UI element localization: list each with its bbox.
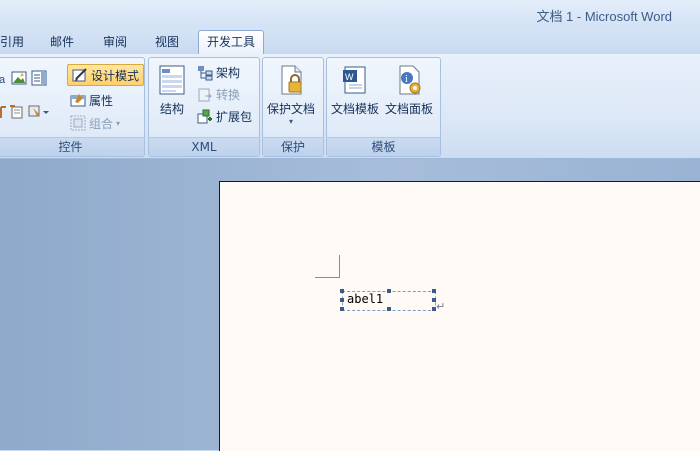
properties-icon [70, 92, 86, 108]
legacy-tools-icon[interactable] [27, 104, 51, 120]
expansion-pack-button[interactable]: 扩展包 [197, 108, 252, 125]
templates-group: W 文档模板 i 文档面板 模板 [326, 57, 441, 157]
resize-handle[interactable] [340, 307, 344, 311]
content-control[interactable]: abel1 [340, 289, 436, 311]
picture-control-icon[interactable] [11, 70, 27, 86]
text-boundary-mark [315, 255, 340, 278]
ribbon-tabs: 引用 邮件 审阅 视图 开发工具 [0, 28, 700, 55]
document-page[interactable] [219, 181, 700, 451]
controls-group-label: 控件 [0, 137, 144, 156]
resize-handle[interactable] [387, 307, 391, 311]
xml-group: 结构 架构 转换 扩展包 XML [148, 57, 260, 157]
document-template-icon: W [340, 64, 370, 96]
title-bar: 文档 1 - Microsoft Word [0, 0, 700, 28]
aa-control-icon[interactable]: a [0, 70, 9, 86]
tab-view[interactable]: 视图 [155, 31, 179, 53]
group-button[interactable]: 组合 ▾ [70, 114, 120, 132]
document-panel-icon: i [394, 64, 424, 96]
controls-group: a 设计模式 属性 组合 ▾ 控件 [0, 57, 145, 157]
ribbon: a 设计模式 属性 组合 ▾ 控件 结构 架构 转换 扩展包 XML 保护文档 … [0, 54, 700, 159]
structure-icon [157, 64, 187, 96]
svg-text:W: W [345, 72, 354, 82]
properties-button[interactable]: 属性 [70, 91, 113, 109]
design-mode-icon [72, 67, 88, 83]
building-block-icon[interactable] [9, 104, 25, 120]
paragraph-mark: ↵ [436, 300, 446, 313]
svg-text:a: a [0, 74, 6, 86]
chevron-down-icon: ▾ [116, 118, 121, 128]
expansion-pack-icon [197, 109, 213, 125]
combo-box-control-icon[interactable] [31, 70, 47, 86]
lock-document-icon [276, 64, 306, 96]
resize-handle[interactable] [432, 289, 436, 293]
content-control-text[interactable]: abel1 [347, 292, 383, 306]
transform-button[interactable]: 转换 [197, 86, 240, 103]
chevron-down-icon: ▾ [289, 117, 294, 126]
schema-button[interactable]: 架构 [197, 64, 240, 81]
xml-group-label: XML [149, 137, 259, 156]
document-panel-button[interactable]: i 文档面板 [385, 64, 433, 117]
resize-handle[interactable] [387, 289, 391, 293]
resize-handle[interactable] [340, 289, 344, 293]
design-mode-button[interactable]: 设计模式 [67, 64, 145, 86]
window-title: 文档 1 - Microsoft Word [536, 9, 672, 24]
dropdown-control-icon[interactable] [0, 104, 7, 120]
resize-handle[interactable] [340, 298, 344, 302]
document-template-button[interactable]: W 文档模板 [331, 64, 379, 117]
transform-icon [197, 87, 213, 103]
tab-references[interactable]: 引用 [0, 31, 24, 53]
tab-mailings[interactable]: 邮件 [50, 31, 74, 53]
templates-group-label: 模板 [327, 137, 440, 156]
protect-group-label: 保护 [263, 137, 323, 156]
tab-developer[interactable]: 开发工具 [198, 30, 265, 55]
svg-text:i: i [405, 74, 408, 85]
protect-group: 保护文档 ▾ 保护 [262, 57, 324, 157]
tab-review[interactable]: 审阅 [103, 31, 127, 53]
structure-button[interactable]: 结构 [157, 64, 187, 117]
protect-document-button[interactable]: 保护文档 ▾ [267, 64, 315, 127]
schema-icon [197, 65, 213, 81]
group-icon [70, 115, 86, 131]
